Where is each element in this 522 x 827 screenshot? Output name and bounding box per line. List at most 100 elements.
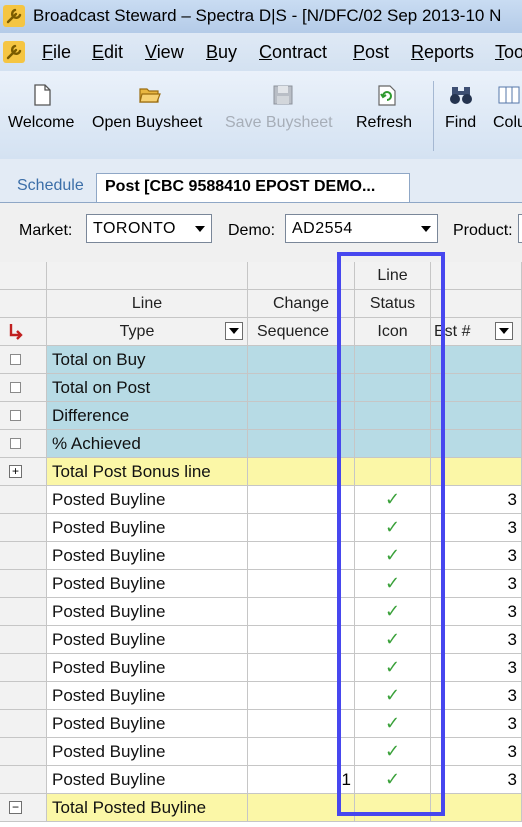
cell-type[interactable]: Posted Buyline <box>47 514 248 542</box>
cell-status[interactable] <box>355 402 431 430</box>
columns-button[interactable]: Colu <box>493 71 522 151</box>
cell-seq[interactable] <box>248 346 355 374</box>
open-buysheet-button[interactable]: Open Buysheet <box>92 71 212 151</box>
cell-seq[interactable] <box>248 654 355 682</box>
cell-est[interactable]: 3 <box>431 514 522 542</box>
row-checkbox[interactable] <box>10 438 21 449</box>
cell-sel[interactable] <box>0 598 47 626</box>
cell-sel[interactable] <box>0 654 47 682</box>
cell-sel[interactable] <box>0 402 47 430</box>
cell-type[interactable]: Posted Buyline <box>47 486 248 514</box>
cell-est[interactable] <box>431 794 522 822</box>
cell-status[interactable]: ✓ <box>355 654 431 682</box>
cell-sel[interactable] <box>0 346 47 374</box>
save-buysheet-button[interactable]: Save Buysheet <box>225 71 343 151</box>
cell-type[interactable]: % Achieved <box>47 430 248 458</box>
demo-select[interactable]: AD2554 <box>285 214 438 243</box>
cell-type[interactable]: Posted Buyline <box>47 654 248 682</box>
cell-seq[interactable] <box>248 738 355 766</box>
cell-sel[interactable]: + <box>0 458 47 486</box>
cell-sel[interactable] <box>0 486 47 514</box>
cell-est[interactable]: 3 <box>431 570 522 598</box>
cell-est[interactable]: 3 <box>431 738 522 766</box>
cell-status[interactable] <box>355 794 431 822</box>
cell-type[interactable]: Posted Buyline <box>47 570 248 598</box>
cell-sel[interactable] <box>0 682 47 710</box>
cell-est[interactable] <box>431 346 522 374</box>
cell-seq[interactable] <box>248 570 355 598</box>
cell-status[interactable]: ✓ <box>355 682 431 710</box>
cell-status[interactable]: ✓ <box>355 598 431 626</box>
cell-seq[interactable] <box>248 626 355 654</box>
cell-seq[interactable] <box>248 402 355 430</box>
market-select[interactable]: TORONTO <box>86 214 212 243</box>
cell-status[interactable]: ✓ <box>355 570 431 598</box>
cell-est[interactable] <box>431 374 522 402</box>
collapse-icon[interactable]: − <box>9 801 22 814</box>
cell-est[interactable]: 3 <box>431 486 522 514</box>
cell-est[interactable]: 3 <box>431 710 522 738</box>
cell-type[interactable]: Difference <box>47 402 248 430</box>
cell-seq[interactable] <box>248 514 355 542</box>
cell-status[interactable]: ✓ <box>355 626 431 654</box>
tab-post[interactable]: Post [CBC 9588410 EPOST DEMO... <box>96 173 410 202</box>
est-header[interactable]: Est # <box>431 318 522 346</box>
cell-status[interactable] <box>355 346 431 374</box>
menu-app-icon[interactable] <box>2 40 26 64</box>
line-type-header[interactable]: Type <box>47 318 248 346</box>
cell-seq[interactable] <box>248 794 355 822</box>
cell-est[interactable]: 3 <box>431 654 522 682</box>
menu-edit[interactable]: Edit <box>92 42 123 63</box>
cell-type[interactable]: Posted Buyline <box>47 738 248 766</box>
cell-seq[interactable] <box>248 542 355 570</box>
menu-view[interactable]: View <box>145 42 184 63</box>
cell-sel[interactable] <box>0 766 47 794</box>
cell-status[interactable]: ✓ <box>355 542 431 570</box>
status-icon-header[interactable]: Icon <box>355 318 431 346</box>
cell-status[interactable]: ✓ <box>355 710 431 738</box>
find-button[interactable]: Find <box>445 71 481 151</box>
cell-seq[interactable] <box>248 486 355 514</box>
cell-sel[interactable] <box>0 570 47 598</box>
expand-icon[interactable]: + <box>9 465 22 478</box>
menu-contract[interactable]: Contract <box>259 42 327 63</box>
cell-status[interactable]: ✓ <box>355 486 431 514</box>
cell-type[interactable]: Posted Buyline <box>47 682 248 710</box>
menu-post[interactable]: Post <box>353 42 389 63</box>
cell-sel[interactable]: − <box>0 794 47 822</box>
cell-status[interactable]: ✓ <box>355 514 431 542</box>
cell-est[interactable] <box>431 430 522 458</box>
row-checkbox[interactable] <box>10 354 21 365</box>
row-checkbox[interactable] <box>10 410 21 421</box>
welcome-button[interactable]: Welcome <box>8 71 80 151</box>
cell-type[interactable]: Total Post Bonus line <box>47 458 248 486</box>
cell-seq[interactable] <box>248 430 355 458</box>
cell-status[interactable]: ✓ <box>355 738 431 766</box>
cell-type[interactable]: Posted Buyline <box>47 710 248 738</box>
cell-seq[interactable] <box>248 374 355 402</box>
cell-type[interactable]: Posted Buyline <box>47 598 248 626</box>
cell-sel[interactable] <box>0 374 47 402</box>
menu-tools[interactable]: Too <box>495 42 522 63</box>
row-checkbox[interactable] <box>10 382 21 393</box>
cell-status[interactable] <box>355 458 431 486</box>
cell-est[interactable] <box>431 402 522 430</box>
cell-seq[interactable] <box>248 458 355 486</box>
cell-sel[interactable] <box>0 430 47 458</box>
cell-seq[interactable]: 1 <box>248 766 355 794</box>
cell-est[interactable]: 3 <box>431 682 522 710</box>
cell-type[interactable]: Total on Buy <box>47 346 248 374</box>
cell-est[interactable] <box>431 458 522 486</box>
product-select[interactable] <box>518 214 522 243</box>
cell-seq[interactable] <box>248 682 355 710</box>
cell-est[interactable]: 3 <box>431 542 522 570</box>
cell-sel[interactable] <box>0 710 47 738</box>
cell-seq[interactable] <box>248 710 355 738</box>
cell-status[interactable] <box>355 374 431 402</box>
cell-sel[interactable] <box>0 514 47 542</box>
cell-type[interactable]: Posted Buyline <box>47 626 248 654</box>
tab-schedule[interactable]: Schedule <box>17 177 84 195</box>
est-filter-button[interactable] <box>495 322 513 340</box>
cell-est[interactable]: 3 <box>431 626 522 654</box>
cell-type[interactable]: Total on Post <box>47 374 248 402</box>
